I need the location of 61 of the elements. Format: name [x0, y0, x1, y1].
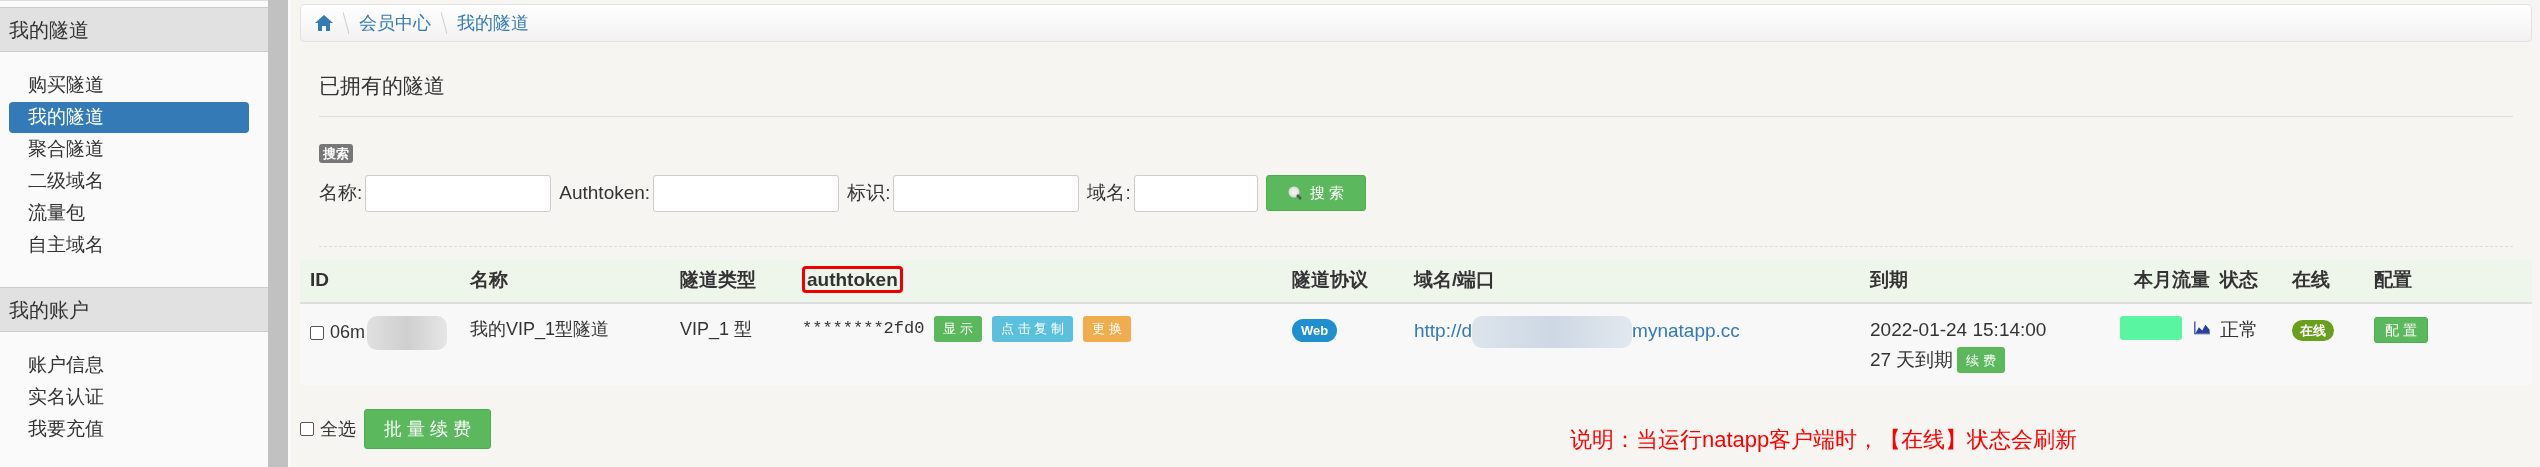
sidebar-item[interactable]: 我的隧道: [9, 102, 249, 133]
column-header: 隧道协议: [1292, 269, 1368, 291]
row-checkbox[interactable]: [310, 325, 324, 340]
search-field[interactable]: [653, 174, 840, 212]
table-cell: 我的VIP_1型隧道: [470, 318, 610, 339]
search-field[interactable]: [893, 174, 1080, 212]
search-button[interactable]: 搜 索: [1265, 175, 1366, 211]
sidebar-item[interactable]: 我要充值: [9, 414, 249, 445]
domain-link[interactable]: mynatapp.cc: [1632, 317, 1740, 346]
column-header: 名称: [470, 269, 508, 291]
sidebar-item[interactable]: 账户信息: [9, 350, 249, 381]
sidebar-section-title: 我的账户: [0, 287, 268, 332]
sidebar-item[interactable]: 聚合隧道: [9, 134, 249, 165]
table-cell-text: 27 天到期: [1870, 348, 1954, 372]
breadcrumb-link[interactable]: 我的隧道: [457, 9, 529, 37]
search-field-label: 域名:: [1087, 180, 1131, 205]
note-text: 说明：当运行natapp客户端时，【在线】状态会刷新: [1570, 425, 2078, 454]
batch-renew-button[interactable]: 批 量 续 费: [364, 409, 491, 449]
search-field[interactable]: [365, 174, 552, 212]
column-header: 本月流量: [2134, 269, 2210, 291]
search-label-tag: 搜索: [319, 143, 353, 163]
column-header: 配置: [2374, 269, 2412, 291]
sidebar-item[interactable]: 实名认证: [9, 382, 249, 413]
search-icon: [1287, 186, 1302, 200]
column-header: 域名/端口: [1414, 269, 1496, 291]
domain-link[interactable]: http://d: [1414, 317, 1473, 346]
protocol-tag: Web: [1292, 318, 1338, 342]
table-cell: VIP_1 型: [680, 318, 753, 339]
area-chart-icon[interactable]: [2193, 319, 2210, 336]
scrollbar[interactable]: [268, 0, 288, 467]
traffic-bar: [2120, 315, 2182, 340]
sidebar-item[interactable]: 自主域名: [9, 230, 249, 261]
online-tag: 在线: [2292, 319, 2334, 341]
search-field-label: 标识:: [847, 180, 891, 205]
column-header: authtoken: [802, 266, 903, 294]
table-cell: 正常: [2220, 318, 2258, 340]
select-all-label: 全选: [320, 417, 356, 441]
page-title: 已拥有的隧道: [319, 70, 2513, 117]
breadcrumb-separator: [441, 12, 447, 34]
search-field[interactable]: [1133, 174, 1258, 212]
column-header: 隧道类型: [680, 269, 756, 291]
home-icon[interactable]: [315, 15, 333, 31]
breadcrumb-link[interactable]: 会员中心: [359, 9, 431, 37]
breadcrumb-separator: [343, 12, 349, 34]
search-field-label: 名称:: [319, 180, 363, 205]
column-header: 在线: [2292, 269, 2330, 291]
sidebar-section-title: 我的隧道: [0, 7, 268, 52]
table-cell-text: 2022-01-24 15:14:00: [1870, 317, 2048, 342]
table-cell-text: ********2fd0: [802, 317, 925, 340]
sidebar-item[interactable]: 购买隧道: [9, 70, 249, 101]
column-header: 到期: [1870, 269, 1908, 291]
sidebar-item[interactable]: 流量包: [9, 198, 249, 229]
select-all-checkbox[interactable]: [300, 422, 314, 436]
table-cell-text: 06m: [330, 321, 365, 344]
token-button[interactable]: 显 示: [934, 315, 983, 342]
column-header: ID: [310, 269, 329, 291]
column-header: 状态: [2220, 269, 2258, 291]
config-button[interactable]: 配 置: [2374, 317, 2428, 343]
sidebar-item[interactable]: 二级域名: [9, 166, 249, 197]
search-field-label: Authtoken:: [559, 180, 651, 205]
renew-button[interactable]: 续 费: [1957, 347, 2006, 374]
